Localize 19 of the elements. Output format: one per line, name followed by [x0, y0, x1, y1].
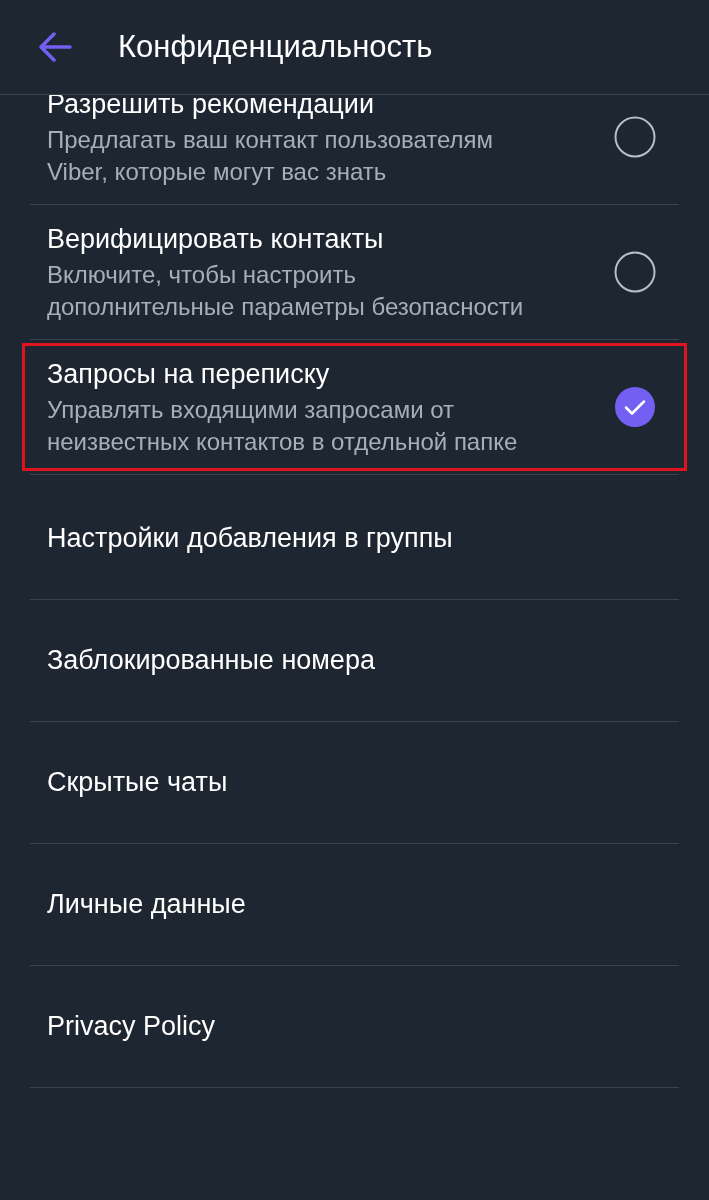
- screen-title: Конфиденциальность: [118, 27, 433, 66]
- setting-title: Запросы на переписку: [47, 358, 331, 391]
- menu-item[interactable]: Privacy Policy: [47, 1006, 216, 1047]
- radio-icon[interactable]: [614, 251, 656, 293]
- setting-description: Предлагать ваш контакт пользователям Viber, которые могут вас знать: [47, 125, 495, 187]
- setting-description: Включите, чтобы настроить дополнительные параметры безопасности: [47, 260, 525, 322]
- menu-item[interactable]: Заблокированные номера: [47, 640, 375, 681]
- menu-item[interactable]: Скрытые чаты: [47, 762, 228, 803]
- setting-row[interactable]: Разрешить рекомендации Предлагать ваш контакт пользователям Viber, которые могут вас знать: [22, 95, 687, 201]
- setting-row[interactable]: Верифицировать контакты Включите, чтобы настроить дополнительные параметры безопасности: [22, 208, 687, 336]
- setting-description: Управлять входящими запросами от неизвестных контактов в отдельной папке: [47, 395, 519, 457]
- setting-title: Верифицировать контакты: [47, 223, 385, 256]
- menu-item[interactable]: Настройки добавления в группы: [47, 518, 453, 559]
- setting-title: Разрешить рекомендации: [47, 95, 375, 121]
- back-arrow-icon[interactable]: [38, 32, 72, 62]
- highlighted-setting-row[interactable]: Запросы на переписку Управлять входящими запросами от неизвестных контактов в отдельной папке: [22, 343, 687, 471]
- menu-item[interactable]: Личные данные: [47, 884, 246, 925]
- radio-icon[interactable]: [614, 116, 656, 158]
- checked-radio-icon[interactable]: [614, 386, 656, 428]
